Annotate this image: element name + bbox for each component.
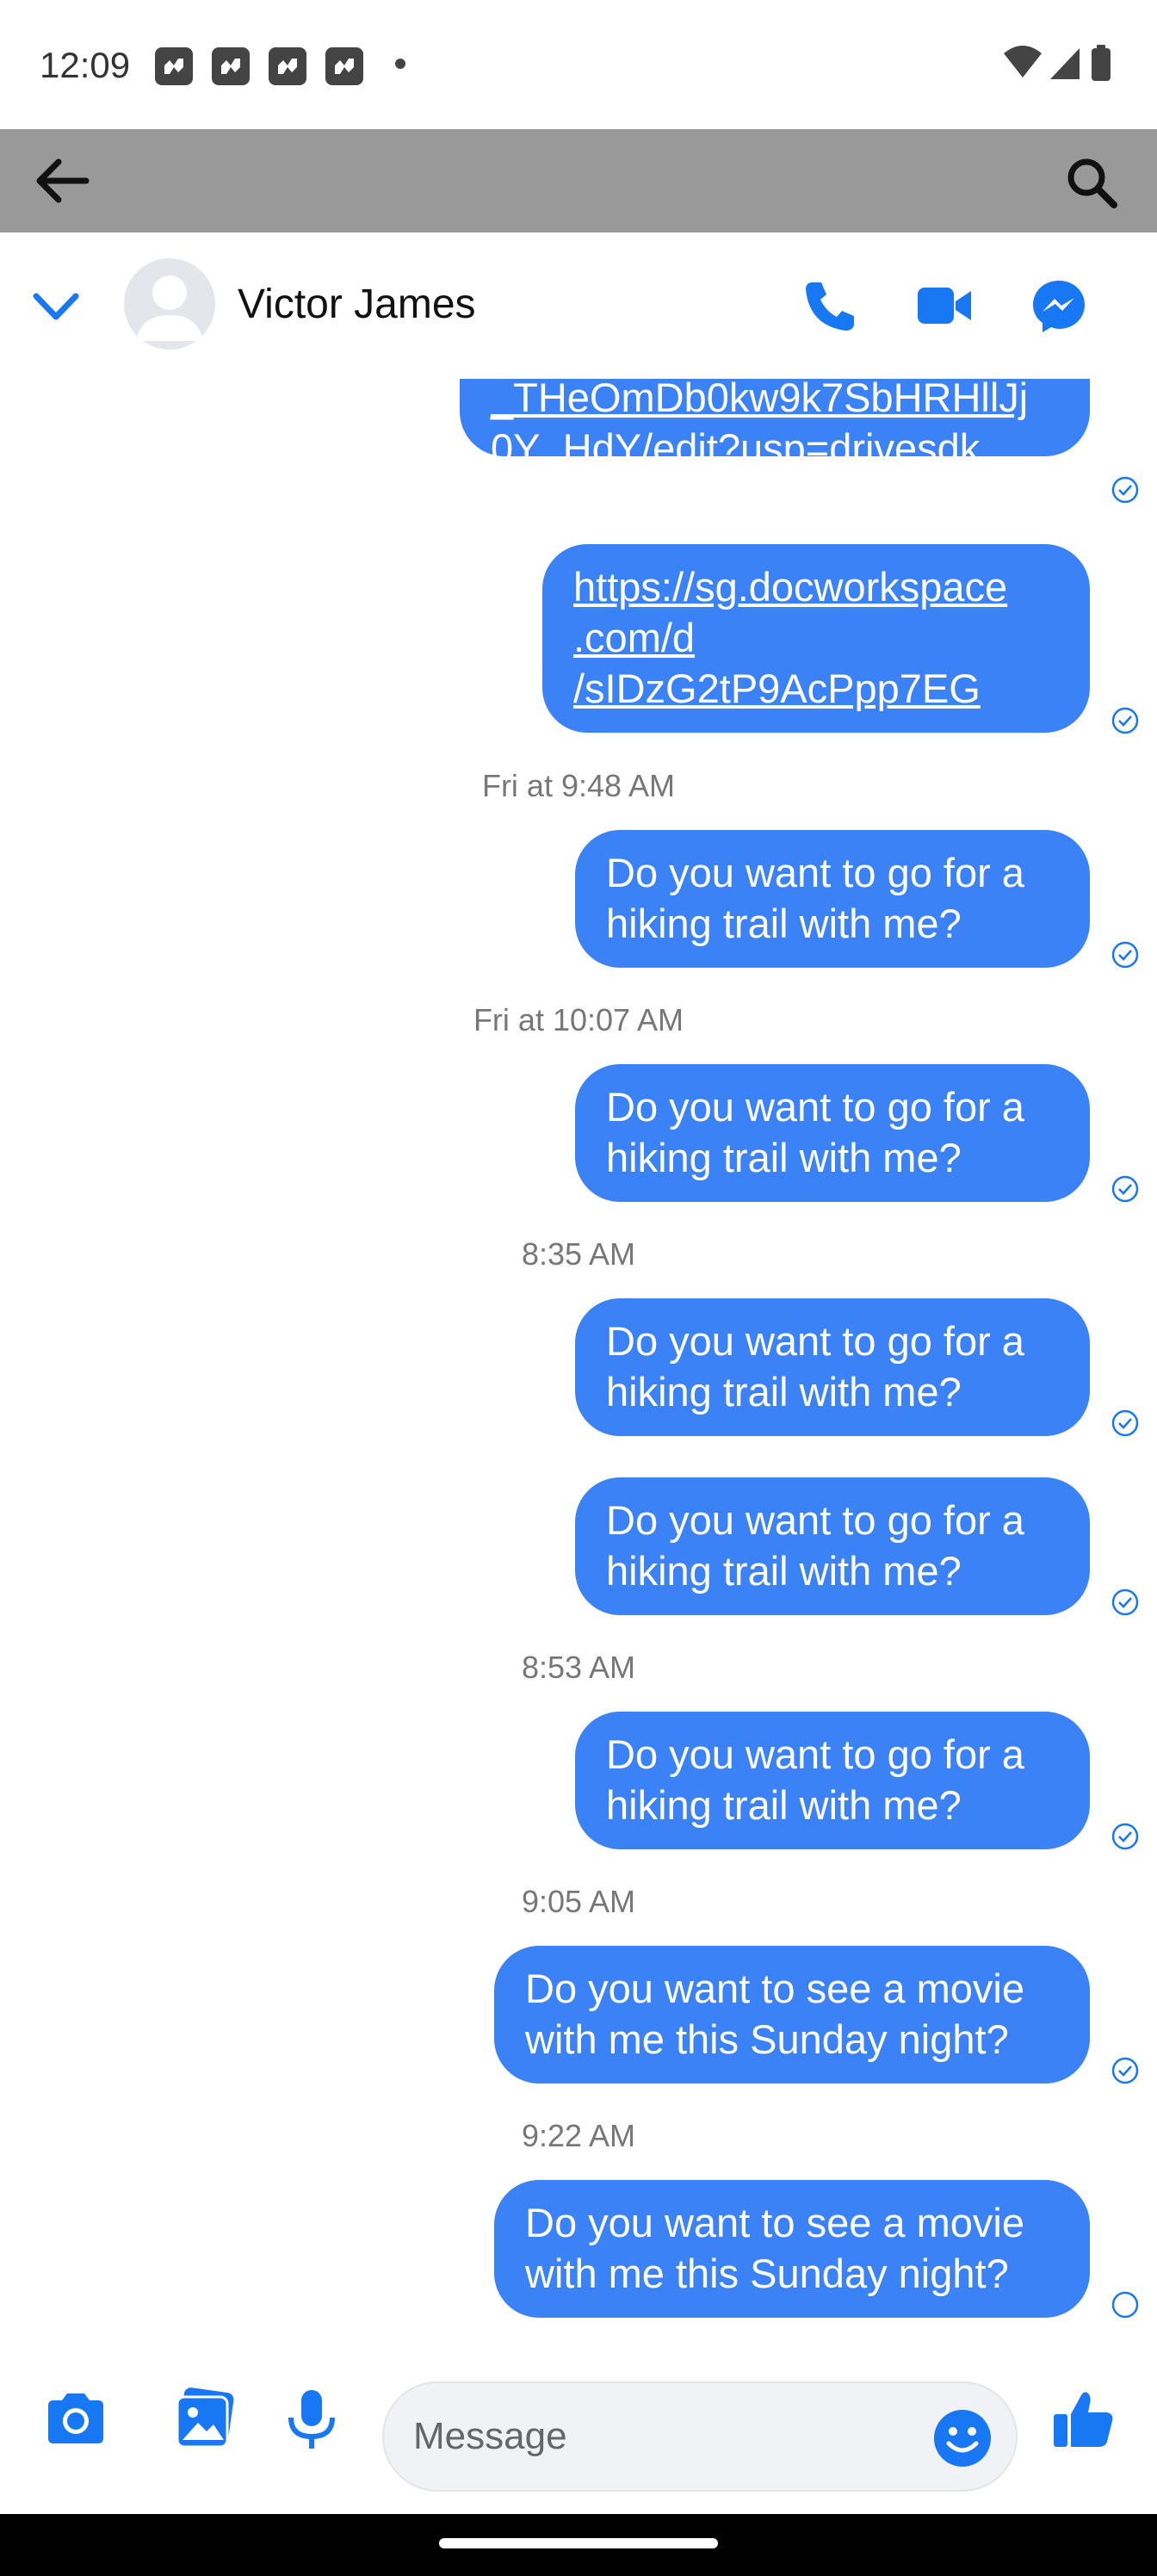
microphone-icon[interactable] (277, 2385, 346, 2454)
home-gesture-handle[interactable] (439, 2538, 718, 2548)
chevron-down-icon[interactable] (31, 284, 81, 327)
sent-check-icon (1111, 1823, 1139, 1850)
camera-icon[interactable] (41, 2385, 110, 2454)
timestamp: 9:22 AM (521, 2118, 636, 2153)
sent-check-icon (1111, 941, 1139, 969)
message-bubble[interactable]: Do you want to see a movie with me this … (494, 2180, 1090, 2318)
message-bubble[interactable]: Do you want to go for a hiking trail wit… (575, 830, 1090, 968)
top-toolbar (0, 129, 1157, 232)
phone-call-icon[interactable] (801, 276, 861, 336)
navigation-bar (0, 2514, 1157, 2576)
battery-icon (1092, 48, 1111, 81)
timestamp: 9:05 AM (521, 1884, 636, 1919)
video-call-icon[interactable] (914, 276, 974, 336)
timestamp: 8:35 AM (521, 1236, 636, 1272)
signal-icon (1050, 48, 1080, 79)
timestamp: 8:53 AM (521, 1650, 636, 1685)
like-thumbs-up-icon[interactable] (1049, 2385, 1117, 2454)
notification-app-icon (155, 47, 193, 85)
avatar[interactable] (124, 258, 215, 350)
sent-check-icon (1111, 476, 1139, 504)
notification-app-icon (212, 47, 250, 85)
message-bubble[interactable]: Do you want to go for a hiking trail wit… (575, 1298, 1090, 1436)
message-input[interactable] (413, 2409, 895, 2464)
status-icons (1004, 45, 1111, 81)
message-bubble[interactable]: Do you want to go for a hiking trail wit… (575, 1712, 1090, 1849)
timestamp: Fri at 10:07 AM (473, 1002, 684, 1037)
more-notifications-dot (395, 59, 405, 69)
timestamp: Fri at 9:48 AM (481, 768, 676, 803)
chat-header: Victor James (0, 232, 1157, 379)
message-bubble[interactable]: https://sg.docworkspace .com/d /sIDzG2tP… (542, 544, 1090, 733)
wifi-icon (1004, 46, 1042, 77)
sent-check-icon (1111, 1409, 1139, 1437)
message-list[interactable]: _THeOmDb0kw9k7SbHRHllJj 0Y_HdY/edit?usp=… (0, 379, 1157, 2333)
status-time: 12:09 (40, 45, 131, 85)
sent-check-icon (1111, 707, 1139, 734)
notification-app-icon (325, 47, 363, 85)
contact-name[interactable]: Victor James (238, 281, 476, 328)
message-composer (0, 2333, 1157, 2514)
sent-check-icon (1111, 1588, 1139, 1616)
back-arrow-icon[interactable] (31, 153, 91, 208)
message-bubble[interactable]: Do you want to see a movie with me this … (494, 1946, 1090, 2084)
message-bubble[interactable]: Do you want to go for a hiking trail wit… (575, 1477, 1090, 1615)
emoji-icon[interactable] (931, 2407, 993, 2469)
status-bar: 12:09 (0, 0, 1157, 129)
search-icon[interactable] (1064, 155, 1119, 210)
messenger-icon[interactable] (1029, 276, 1089, 336)
messenger-chat-screen: 12:09 Victor James _THeOmDb0kw9k7SbHRHll… (0, 0, 1157, 2576)
gallery-icon[interactable] (172, 2385, 241, 2454)
message-bubble[interactable]: Do you want to go for a hiking trail wit… (575, 1064, 1090, 1202)
sent-check-icon (1111, 2057, 1139, 2084)
sending-status-icon (1111, 2291, 1139, 2319)
message-bubble[interactable]: _THeOmDb0kw9k7SbHRHllJj 0Y_HdY/edit?usp=… (460, 379, 1090, 471)
message-input-container[interactable] (382, 2381, 1018, 2492)
notification-app-icon (269, 47, 306, 85)
sent-check-icon (1111, 1175, 1139, 1203)
